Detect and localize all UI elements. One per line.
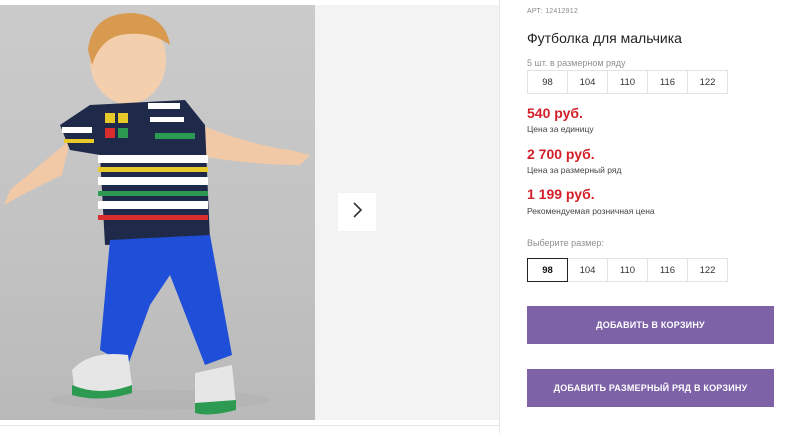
size-run-item: 104: [567, 70, 608, 94]
size-option[interactable]: 122: [687, 258, 728, 282]
choose-size-label: Выберите размер:: [527, 238, 604, 248]
chevron-right-icon: [351, 201, 363, 223]
panel-divider: [499, 0, 500, 433]
size-selector: 98 104 110 116 122: [527, 258, 728, 282]
size-run-price-label: Цена за размерный ряд: [527, 165, 622, 175]
article-number: АРТ: 12412912: [527, 8, 578, 15]
gallery-bottom-divider: [0, 425, 499, 426]
product-title: Футболка для мальчика: [527, 30, 682, 46]
size-run-item: 122: [687, 70, 728, 94]
size-option[interactable]: 110: [607, 258, 648, 282]
next-image-button[interactable]: [338, 193, 376, 231]
unit-price: 540 руб.: [527, 105, 583, 121]
product-gallery: [0, 5, 499, 420]
size-run-list: 98 104 110 116 122: [527, 70, 728, 94]
product-photo[interactable]: [0, 5, 315, 420]
size-option[interactable]: 104: [567, 258, 608, 282]
add-to-cart-button[interactable]: ДОБАВИТЬ В КОРЗИНУ: [527, 306, 774, 344]
retail-price: 1 199 руб.: [527, 186, 595, 202]
boy-illustration: [4, 13, 310, 415]
size-run-price: 2 700 руб.: [527, 146, 595, 162]
size-run-item: 98: [527, 70, 568, 94]
size-option[interactable]: 116: [647, 258, 688, 282]
size-run-hint: 5 шт. в размерном ряду: [527, 58, 626, 68]
add-size-run-to-cart-button[interactable]: ДОБАВИТЬ РАЗМЕРНЫЙ РЯД В КОРЗИНУ: [527, 369, 774, 407]
size-run-item: 116: [647, 70, 688, 94]
size-option-selected[interactable]: 98: [527, 258, 568, 282]
unit-price-label: Цена за единицу: [527, 124, 594, 134]
size-run-item: 110: [607, 70, 648, 94]
retail-price-label: Рекомендуемая розничная цена: [527, 206, 655, 216]
